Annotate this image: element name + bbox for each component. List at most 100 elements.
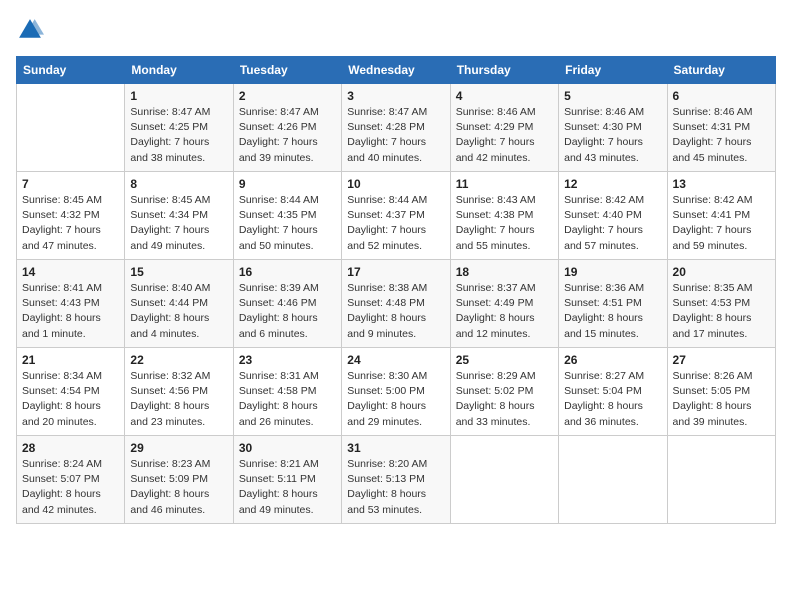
day-info: Sunrise: 8:47 AMSunset: 4:28 PMDaylight:… — [347, 105, 444, 166]
day-info: Sunrise: 8:47 AMSunset: 4:26 PMDaylight:… — [239, 105, 336, 166]
day-number: 14 — [22, 265, 119, 279]
day-cell: 15 Sunrise: 8:40 AMSunset: 4:44 PMDayligh… — [125, 260, 233, 348]
day-number: 6 — [673, 89, 770, 103]
day-cell: 13Sunrise: 8:42 AMSunset: 4:41 PMDayligh… — [667, 172, 775, 260]
header-day-tuesday: Tuesday — [233, 57, 341, 84]
day-number: 2 — [239, 89, 336, 103]
day-number: 5 — [564, 89, 661, 103]
day-number: 16 — [239, 265, 336, 279]
day-number: 7 — [22, 177, 119, 191]
page-header — [16, 16, 776, 44]
logo-icon — [16, 16, 44, 44]
day-info: Sunrise: 8:35 AMSunset: 4:53 PMDaylight:… — [673, 281, 770, 342]
week-row-2: 7 Sunrise: 8:45 AMSunset: 4:32 PMDaylight… — [17, 172, 776, 260]
day-info: Sunrise: 8:26 AMSunset: 5:05 PMDaylight:… — [673, 369, 770, 430]
day-info: Sunrise: 8:45 AMSunset: 4:34 PMDaylight:… — [130, 193, 227, 254]
header-day-sunday: Sunday — [17, 57, 125, 84]
calendar-header: SundayMondayTuesdayWednesdayThursdayFrid… — [17, 57, 776, 84]
day-info: Sunrise: 8:40 AMSunset: 4:44 PMDaylight:… — [130, 281, 227, 342]
day-info: Sunrise: 8:41 AMSunset: 4:43 PMDaylight:… — [22, 281, 119, 342]
day-info: Sunrise: 8:24 AMSunset: 5:07 PMDaylight:… — [22, 457, 119, 518]
day-number: 22 — [130, 353, 227, 367]
day-info: Sunrise: 8:46 AMSunset: 4:29 PMDaylight:… — [456, 105, 553, 166]
day-cell — [559, 436, 667, 524]
header-day-friday: Friday — [559, 57, 667, 84]
day-number: 29 — [130, 441, 227, 455]
day-number: 1 — [130, 89, 227, 103]
day-info: Sunrise: 8:42 AMSunset: 4:41 PMDaylight:… — [673, 193, 770, 254]
day-cell: 7 Sunrise: 8:45 AMSunset: 4:32 PMDaylight… — [17, 172, 125, 260]
day-number: 9 — [239, 177, 336, 191]
day-cell: 17 Sunrise: 8:38 AMSunset: 4:48 PMDayligh… — [342, 260, 450, 348]
header-day-thursday: Thursday — [450, 57, 558, 84]
day-number: 21 — [22, 353, 119, 367]
calendar-table: SundayMondayTuesdayWednesdayThursdayFrid… — [16, 56, 776, 524]
day-cell: 21 Sunrise: 8:34 AMSunset: 4:54 PMDayligh… — [17, 348, 125, 436]
day-cell: 18 Sunrise: 8:37 AMSunset: 4:49 PMDayligh… — [450, 260, 558, 348]
day-info: Sunrise: 8:20 AMSunset: 5:13 PMDaylight:… — [347, 457, 444, 518]
day-info: Sunrise: 8:37 AMSunset: 4:49 PMDaylight:… — [456, 281, 553, 342]
day-cell: 6 Sunrise: 8:46 AMSunset: 4:31 PMDaylight… — [667, 84, 775, 172]
day-number: 15 — [130, 265, 227, 279]
week-row-4: 21 Sunrise: 8:34 AMSunset: 4:54 PMDayligh… — [17, 348, 776, 436]
day-cell: 29 Sunrise: 8:23 AMSunset: 5:09 PMDayligh… — [125, 436, 233, 524]
day-cell: 24Sunrise: 8:30 AMSunset: 5:00 PMDayligh… — [342, 348, 450, 436]
day-info: Sunrise: 8:44 AMSunset: 4:37 PMDaylight:… — [347, 193, 444, 254]
header-day-wednesday: Wednesday — [342, 57, 450, 84]
header-row: SundayMondayTuesdayWednesdayThursdayFrid… — [17, 57, 776, 84]
day-cell — [17, 84, 125, 172]
day-cell: 10Sunrise: 8:44 AMSunset: 4:37 PMDayligh… — [342, 172, 450, 260]
day-info: Sunrise: 8:34 AMSunset: 4:54 PMDaylight:… — [22, 369, 119, 430]
day-cell: 20Sunrise: 8:35 AMSunset: 4:53 PMDayligh… — [667, 260, 775, 348]
week-row-5: 28 Sunrise: 8:24 AMSunset: 5:07 PMDayligh… — [17, 436, 776, 524]
day-info: Sunrise: 8:43 AMSunset: 4:38 PMDaylight:… — [456, 193, 553, 254]
day-number: 24 — [347, 353, 444, 367]
day-cell: 26 Sunrise: 8:27 AMSunset: 5:04 PMDayligh… — [559, 348, 667, 436]
day-info: Sunrise: 8:29 AMSunset: 5:02 PMDaylight:… — [456, 369, 553, 430]
day-cell: 30 Sunrise: 8:21 AMSunset: 5:11 PMDayligh… — [233, 436, 341, 524]
day-cell: 27 Sunrise: 8:26 AMSunset: 5:05 PMDayligh… — [667, 348, 775, 436]
day-cell: 23Sunrise: 8:31 AMSunset: 4:58 PMDayligh… — [233, 348, 341, 436]
day-number: 8 — [130, 177, 227, 191]
day-info: Sunrise: 8:23 AMSunset: 5:09 PMDaylight:… — [130, 457, 227, 518]
day-info: Sunrise: 8:44 AMSunset: 4:35 PMDaylight:… — [239, 193, 336, 254]
day-info: Sunrise: 8:21 AMSunset: 5:11 PMDaylight:… — [239, 457, 336, 518]
day-info: Sunrise: 8:27 AMSunset: 5:04 PMDaylight:… — [564, 369, 661, 430]
day-info: Sunrise: 8:45 AMSunset: 4:32 PMDaylight:… — [22, 193, 119, 254]
week-row-1: 1 Sunrise: 8:47 AMSunset: 4:25 PMDaylight… — [17, 84, 776, 172]
day-info: Sunrise: 8:46 AMSunset: 4:31 PMDaylight:… — [673, 105, 770, 166]
day-cell: 2 Sunrise: 8:47 AMSunset: 4:26 PMDaylight… — [233, 84, 341, 172]
day-info: Sunrise: 8:36 AMSunset: 4:51 PMDaylight:… — [564, 281, 661, 342]
day-number: 27 — [673, 353, 770, 367]
day-cell — [667, 436, 775, 524]
day-cell: 5 Sunrise: 8:46 AMSunset: 4:30 PMDaylight… — [559, 84, 667, 172]
day-info: Sunrise: 8:38 AMSunset: 4:48 PMDaylight:… — [347, 281, 444, 342]
header-day-saturday: Saturday — [667, 57, 775, 84]
day-info: Sunrise: 8:47 AMSunset: 4:25 PMDaylight:… — [130, 105, 227, 166]
day-info: Sunrise: 8:46 AMSunset: 4:30 PMDaylight:… — [564, 105, 661, 166]
day-info: Sunrise: 8:31 AMSunset: 4:58 PMDaylight:… — [239, 369, 336, 430]
logo — [16, 16, 48, 44]
header-day-monday: Monday — [125, 57, 233, 84]
week-row-3: 14 Sunrise: 8:41 AMSunset: 4:43 PMDayligh… — [17, 260, 776, 348]
day-cell: 1 Sunrise: 8:47 AMSunset: 4:25 PMDaylight… — [125, 84, 233, 172]
day-number: 12 — [564, 177, 661, 191]
day-cell: 11Sunrise: 8:43 AMSunset: 4:38 PMDayligh… — [450, 172, 558, 260]
day-cell: 12 Sunrise: 8:42 AMSunset: 4:40 PMDayligh… — [559, 172, 667, 260]
day-cell: 16 Sunrise: 8:39 AMSunset: 4:46 PMDayligh… — [233, 260, 341, 348]
day-number: 3 — [347, 89, 444, 103]
day-number: 19 — [564, 265, 661, 279]
day-number: 28 — [22, 441, 119, 455]
day-cell: 25 Sunrise: 8:29 AMSunset: 5:02 PMDayligh… — [450, 348, 558, 436]
day-cell: 8 Sunrise: 8:45 AMSunset: 4:34 PMDaylight… — [125, 172, 233, 260]
day-number: 17 — [347, 265, 444, 279]
day-info: Sunrise: 8:42 AMSunset: 4:40 PMDaylight:… — [564, 193, 661, 254]
day-cell: 3 Sunrise: 8:47 AMSunset: 4:28 PMDaylight… — [342, 84, 450, 172]
day-number: 18 — [456, 265, 553, 279]
day-number: 26 — [564, 353, 661, 367]
day-number: 30 — [239, 441, 336, 455]
day-number: 25 — [456, 353, 553, 367]
day-number: 4 — [456, 89, 553, 103]
day-info: Sunrise: 8:39 AMSunset: 4:46 PMDaylight:… — [239, 281, 336, 342]
day-cell — [450, 436, 558, 524]
